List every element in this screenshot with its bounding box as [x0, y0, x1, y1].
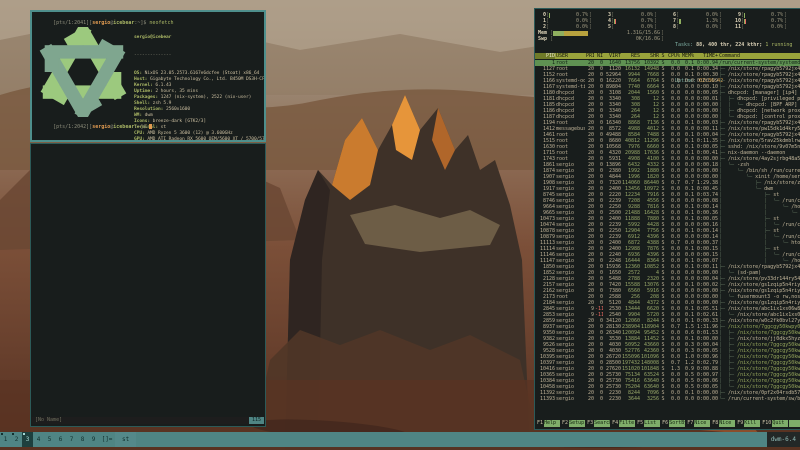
column-header-time+[interactable]: TIME+ — [695, 53, 718, 59]
workspace-tag-9[interactable]: 9 — [88, 432, 99, 447]
fkey-F8[interactable]: F8 — [711, 420, 719, 427]
dwm-statusbar: 123456789 []= st dwm-6.4 — [0, 432, 800, 447]
column-header-shr[interactable]: SHR — [641, 53, 659, 59]
neofetch-info: sergio@icebear -------------- OS: NixOS … — [134, 23, 264, 142]
column-header-pid[interactable]: PID — [535, 53, 555, 59]
desktop: [pts/1:2041][sergio@icebear:~]$ neofetch… — [0, 0, 800, 450]
column-header-command[interactable]: Command — [719, 53, 800, 59]
fkey-label-quit[interactable]: Quit — [772, 420, 788, 427]
htop-process-list: 1root20016401375610392S0.00.10:00.94/run… — [535, 60, 800, 402]
terminal-window-htop[interactable]: 0[0.7%]3[0.0%]6[0.0%]9[0.7%]1[0.0%]4[0.7… — [534, 8, 800, 430]
fkey-F3[interactable]: F3 — [586, 420, 594, 427]
fkey-label-kill[interactable]: Kill — [744, 420, 760, 427]
fkey-F4[interactable]: F4 — [611, 420, 619, 427]
process-row[interactable]: 11393sergio200223036443256S0.00.00:00.00… — [535, 396, 800, 402]
layout-symbol[interactable]: []= — [99, 432, 115, 447]
fkey-F6[interactable]: F6 — [661, 420, 669, 427]
prompt-username: sergio — [92, 20, 110, 26]
fkey-label-nice -[interactable]: Nice - — [694, 420, 710, 427]
fkey-label-search[interactable]: Search — [594, 420, 610, 427]
column-header-s[interactable]: S — [660, 53, 666, 59]
fkey-F7[interactable]: F7 — [686, 420, 694, 427]
workspace-tag-1[interactable]: 1 — [0, 432, 11, 447]
editor-statusline: [No Name] 115 — [32, 417, 264, 424]
column-header-ni[interactable]: NI — [595, 53, 603, 59]
workspace-tag-5[interactable]: 5 — [44, 432, 55, 447]
fkey-F10[interactable]: F10 — [761, 420, 772, 427]
fkey-F9[interactable]: F9 — [736, 420, 744, 427]
statusline-buffer-name: [No Name] — [32, 417, 62, 424]
terminal-window-neofetch[interactable]: [pts/1:2041][sergio@icebear:~]$ neofetch… — [30, 10, 266, 142]
neofetch-separator: -------------- — [134, 53, 264, 59]
fkey-label-nice +[interactable]: Nice + — [719, 420, 735, 427]
workspace-tag-6[interactable]: 6 — [55, 432, 66, 447]
fkey-label-sortby[interactable]: SortBy — [669, 420, 685, 427]
neofetch-lines: OS: NixOS 23.05.2573.6167e6dcfee (Stoat)… — [134, 71, 264, 142]
shell-prompt-line-2[interactable]: [pts/1:2042][sergio@icebear:~]$ — [35, 118, 152, 136]
prompt-pts: [pts/1:2041][ — [53, 20, 92, 26]
neofetch-user-host: sergio@icebear — [134, 35, 264, 41]
workspace-tag-4[interactable]: 4 — [33, 432, 44, 447]
column-header-virt[interactable]: VIRT — [604, 53, 621, 59]
prompt-hostname: icebear — [113, 20, 134, 26]
workspace-tag-7[interactable]: 7 — [66, 432, 77, 447]
workspace-tags: 123456789 — [0, 432, 99, 447]
focused-window-title: st — [115, 432, 136, 447]
fkey-label-list[interactable]: List — [644, 420, 660, 427]
fkey-F5[interactable]: F5 — [636, 420, 644, 427]
workspace-tag-8[interactable]: 8 — [77, 432, 88, 447]
statusline-position: 115 — [249, 417, 264, 424]
column-header-mem%[interactable]: MEM% — [681, 53, 694, 59]
htop-swap-meter: Swp[0K/16.0G] — [538, 36, 664, 42]
fkey-label-setup[interactable]: Setup — [569, 420, 585, 427]
workspace-tag-2[interactable]: 2 — [11, 432, 22, 447]
column-header-pri[interactable]: PRI — [586, 53, 594, 59]
htop-cpu-meters: 0[0.7%]3[0.0%]6[0.0%]9[0.7%]1[0.0%]4[0.7… — [538, 12, 798, 30]
fkey-label-help[interactable]: Help — [544, 420, 560, 427]
nixos-logo-icon — [38, 27, 128, 117]
htop-column-header[interactable]: PIDUSERPRINIVIRTRESSHRSCPU%MEM%TIME+Comm… — [535, 53, 800, 59]
fkey-F1[interactable]: F1 — [536, 420, 544, 427]
workspace-tag-3[interactable]: 3 — [22, 432, 33, 447]
column-header-cpu%[interactable]: CPU% — [667, 53, 680, 59]
text-cursor — [149, 124, 152, 129]
htop-function-key-bar: F1HelpF2SetupF3SearchF4FilterF5ListF6Sor… — [536, 420, 800, 427]
fkey-label-filter[interactable]: Filter — [619, 420, 635, 427]
column-header-res[interactable]: RES — [622, 53, 640, 59]
fkey-F2[interactable]: F2 — [561, 420, 569, 427]
terminal-window-editor[interactable]: [No Name] 115 — [30, 143, 266, 427]
status-text: dwm-6.4 — [767, 432, 800, 447]
column-header-user[interactable]: USER — [556, 53, 585, 59]
